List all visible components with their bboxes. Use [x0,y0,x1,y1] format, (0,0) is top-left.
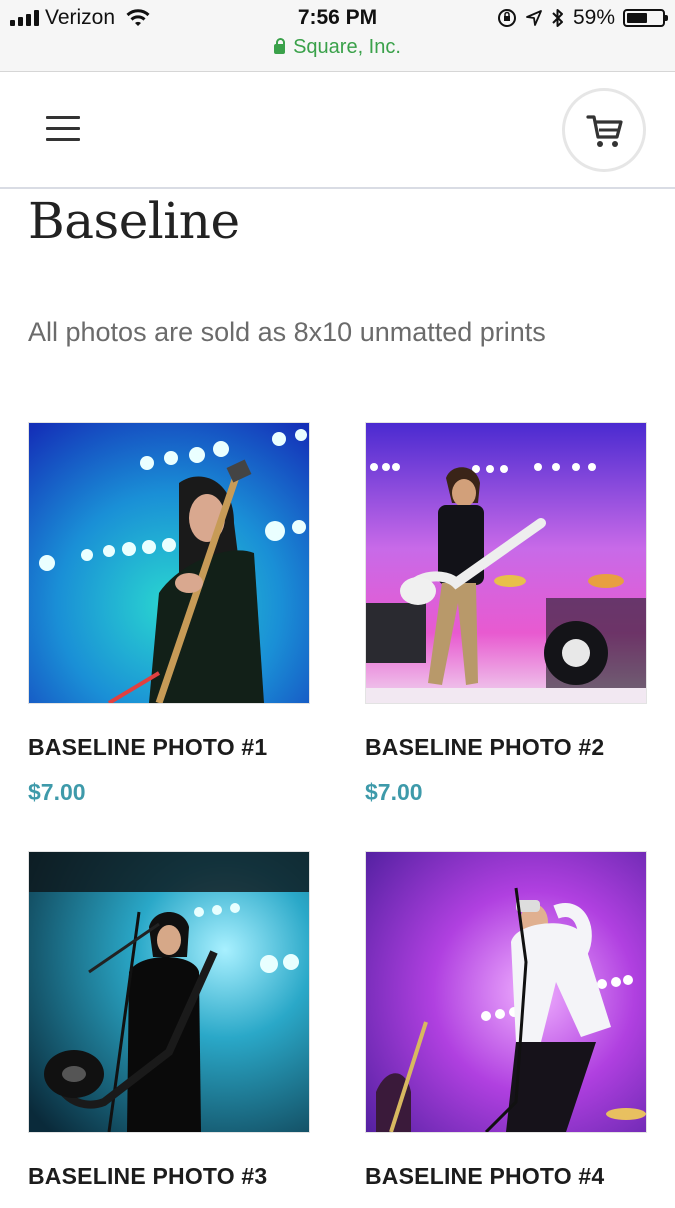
location-arrow-icon [526,10,542,26]
product-name[interactable]: BASELINE PHOTO #4 [365,1163,647,1190]
cart-button[interactable] [562,88,646,172]
product-name[interactable]: BASELINE PHOTO #3 [28,1163,310,1190]
concert-photo-image [29,423,309,703]
concert-photo-image [366,423,646,703]
browser-chrome: Verizon 7:56 PM 59% Square, Inc. [0,0,675,72]
product-card[interactable]: BASELINE PHOTO #1 $7.00 [28,422,310,806]
battery-fill [627,13,648,23]
url-bar[interactable]: Square, Inc. [0,36,675,59]
page-title: Baseline [28,192,240,250]
product-photo[interactable] [365,422,647,704]
battery-icon [623,9,668,27]
product-photo[interactable] [365,851,647,1133]
orientation-lock-icon [497,9,516,27]
product-price: $7.00 [365,779,423,805]
status-right: 59% [497,6,668,30]
product-photo[interactable] [28,422,310,704]
battery-percent: 59% [572,6,615,29]
product-name[interactable]: BASELINE PHOTO #2 [365,734,647,761]
product-card[interactable]: BASELINE PHOTO #4 [365,851,647,1208]
page-description: All photos are sold as 8x10 unmatted pri… [28,317,546,347]
lock-icon [274,38,286,54]
product-name[interactable]: BASELINE PHOTO #1 [28,734,310,761]
concert-photo-image [29,852,309,1132]
product-price: $7.00 [28,779,86,805]
site-label: Square, Inc. [293,36,401,58]
status-bar: Verizon 7:56 PM 59% [0,0,675,38]
bluetooth-icon [552,9,563,27]
product-card[interactable]: BASELINE PHOTO #2 $7.00 [365,422,647,806]
product-card[interactable]: BASELINE PHOTO #3 [28,851,310,1208]
concert-photo-image [366,852,646,1132]
product-photo[interactable] [28,851,310,1133]
hamburger-menu-icon[interactable] [46,116,80,142]
shopping-cart-icon [586,115,623,147]
